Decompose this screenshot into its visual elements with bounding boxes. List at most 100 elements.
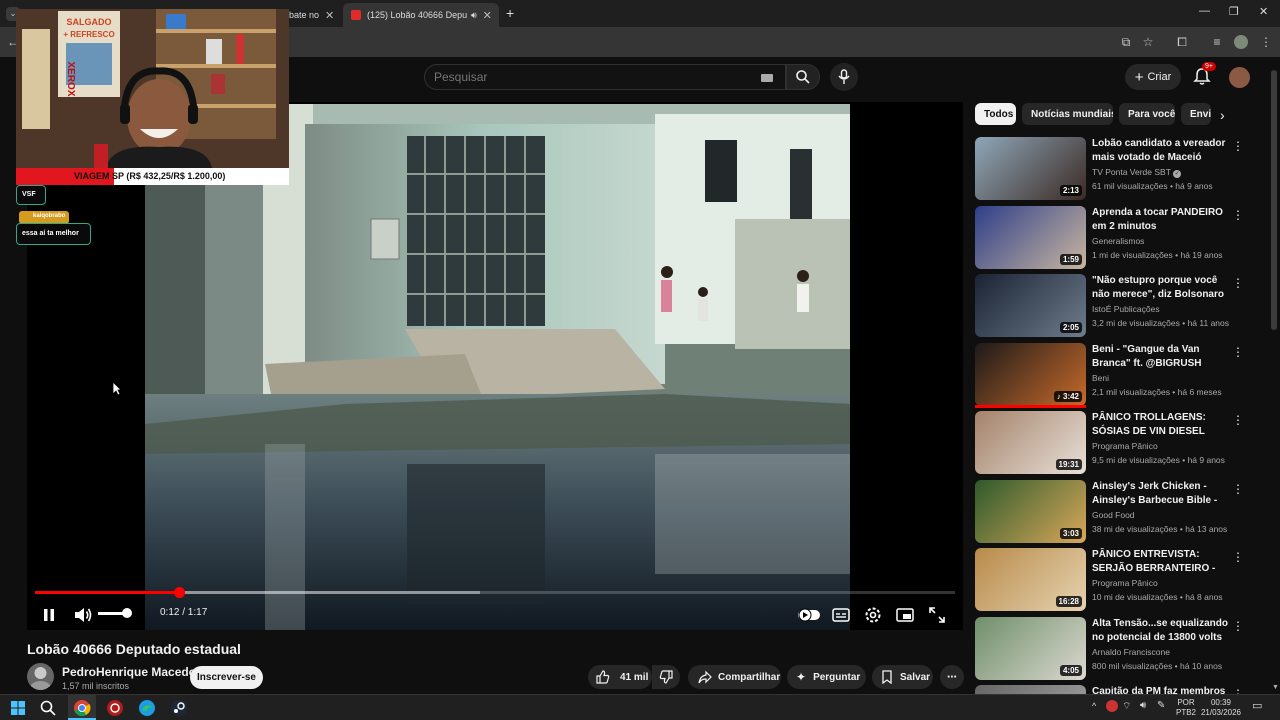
- share-button[interactable]: Compartilhar: [688, 665, 781, 689]
- install-app-icon[interactable]: ⧉: [1119, 35, 1133, 49]
- media-controls-icon[interactable]: ≡: [1210, 35, 1224, 49]
- recommendation-title[interactable]: "Não estupro porque você não merece", di…: [1092, 274, 1232, 302]
- scrollbar[interactable]: [1271, 70, 1277, 330]
- keyboard-icon[interactable]: [761, 74, 773, 82]
- chrome-taskbar-icon[interactable]: [68, 695, 96, 720]
- save-button[interactable]: Salvar: [872, 665, 933, 689]
- more-actions-button[interactable]: ⋯: [940, 665, 964, 689]
- video-thumbnail[interactable]: 2:05: [975, 274, 1086, 337]
- recommendation-item[interactable]: 2:13 Lobão candidato a vereador mais vota…: [975, 137, 1260, 201]
- recommendation-item[interactable]: 19:31 PÂNICO TROLLAGENS: SÓSIAS DE VIN DI…: [975, 411, 1260, 475]
- more-vertical-icon[interactable]: ⋮: [1232, 345, 1244, 359]
- edge-taskbar-icon[interactable]: [138, 699, 156, 717]
- clock[interactable]: 00:39 21/03/2026: [1200, 698, 1242, 718]
- volume-icon[interactable]: [72, 604, 94, 626]
- wifi-icon[interactable]: ⌔: [1122, 700, 1131, 713]
- volume-slider-handle[interactable]: [122, 608, 132, 618]
- minimize-icon[interactable]: —: [1199, 5, 1210, 17]
- recommendation-item[interactable]: 4:05 Alta Tensão...se equalizando no pote…: [975, 617, 1260, 681]
- autoplay-toggle-icon[interactable]: [797, 604, 821, 626]
- bookmark-star-icon[interactable]: ☆: [1141, 35, 1155, 49]
- recommendation-channel[interactable]: IstoÉ Publicações: [1092, 304, 1160, 314]
- recommendation-title[interactable]: Beni - "Gangue da Van Branca" ft. @BIGRU…: [1092, 343, 1232, 371]
- video-thumbnail[interactable]: 19:31: [975, 411, 1086, 474]
- recommendation-title[interactable]: PÂNICO TROLLAGENS: SÓSIAS DE VIN DIESEL …: [1092, 411, 1232, 439]
- new-tab-button[interactable]: +: [506, 5, 514, 21]
- recommendation-channel[interactable]: Programa Pânico: [1092, 441, 1158, 451]
- chip-para-voce[interactable]: Para você: [1119, 103, 1175, 125]
- more-vertical-icon[interactable]: ⋮: [1232, 550, 1244, 564]
- channel-avatar[interactable]: [27, 663, 54, 690]
- progress-scrubber-handle[interactable]: [173, 587, 185, 598]
- more-vertical-icon[interactable]: ⋮: [1232, 208, 1244, 222]
- recommendation-channel[interactable]: Programa Pânico: [1092, 578, 1158, 588]
- video-thumbnail[interactable]: ♪ 3:42: [975, 343, 1086, 406]
- account-avatar[interactable]: [1229, 67, 1250, 88]
- speaker-icon[interactable]: 🔊︎: [471, 10, 477, 21]
- scroll-down-arrow-icon[interactable]: ▼: [1272, 684, 1279, 691]
- recommendation-title[interactable]: Aprenda a tocar PANDEIRO em 2 minutos: [1092, 206, 1232, 234]
- channel-name[interactable]: PedroHenrique Macedo: [62, 665, 196, 679]
- chips-next-chevron-icon[interactable]: ›: [1220, 107, 1225, 123]
- close-tab-icon[interactable]: ✕: [483, 9, 492, 22]
- search-button[interactable]: [786, 64, 820, 90]
- notifications-center-icon[interactable]: ▭: [1252, 699, 1262, 712]
- search-icon[interactable]: [39, 699, 57, 717]
- dislike-button[interactable]: [652, 665, 680, 689]
- more-vertical-icon[interactable]: ⋮: [1232, 413, 1244, 427]
- chip-todos[interactable]: Todos: [975, 103, 1016, 125]
- video-thumbnail[interactable]: 2:13: [975, 137, 1086, 200]
- recommendation-channel[interactable]: TV Ponta Verde SBT ✓: [1092, 167, 1182, 178]
- recommendation-item[interactable]: 16:28 PÂNICO ENTREVISTA: SERJÃO BERRANTEI…: [975, 548, 1260, 612]
- video-thumbnail[interactable]: 3:03: [975, 480, 1086, 543]
- recommendation-item[interactable]: 3:03 Ainsley's Jerk Chicken - Ainsley's B…: [975, 480, 1260, 544]
- recommendation-channel[interactable]: Good Food: [1092, 510, 1135, 520]
- recommendation-title[interactable]: PÂNICO ENTREVISTA: SERJÃO BERRANTEIRO - …: [1092, 548, 1232, 576]
- close-window-icon[interactable]: ✕: [1259, 5, 1268, 18]
- tray-chevron-icon[interactable]: ^: [1092, 701, 1096, 711]
- more-vertical-icon[interactable]: ⋮: [1232, 276, 1244, 290]
- recommendation-item[interactable]: Capitão da PM faz membros de⋮: [975, 685, 1260, 694]
- close-tab-icon[interactable]: ✕: [325, 9, 334, 22]
- recommendation-title[interactable]: Capitão da PM faz membros de: [1092, 685, 1232, 694]
- recommendation-title[interactable]: Lobão candidato a vereador mais votado d…: [1092, 137, 1232, 165]
- video-thumbnail[interactable]: 4:05: [975, 617, 1086, 680]
- steam-taskbar-icon[interactable]: [170, 699, 188, 717]
- chip-envi[interactable]: Envi: [1181, 103, 1211, 125]
- recommendation-channel[interactable]: Arnaldo Franciscone: [1092, 647, 1170, 657]
- app-taskbar-icon[interactable]: [106, 699, 124, 717]
- more-vertical-icon[interactable]: ⋮: [1232, 619, 1244, 633]
- subtitles-icon[interactable]: [830, 604, 852, 626]
- volume-tray-icon[interactable]: 🔊︎: [1140, 700, 1146, 711]
- recommendation-item[interactable]: ♪ 3:42 Beni - "Gangue da Van Branca" ft. …: [975, 343, 1260, 408]
- tab-previous[interactable]: bate no ✕: [289, 3, 343, 27]
- tab-active[interactable]: (125) Lobão 40666 Deputad 🔊︎ ✕: [343, 3, 499, 27]
- video-thumbnail[interactable]: 16:28: [975, 548, 1086, 611]
- recommendation-channel[interactable]: Generalismos: [1092, 236, 1144, 246]
- more-vertical-icon[interactable]: ⋮: [1232, 482, 1244, 496]
- miniplayer-icon[interactable]: [894, 604, 916, 626]
- create-button[interactable]: + Criar: [1125, 64, 1181, 90]
- restore-icon[interactable]: ❐: [1229, 5, 1239, 18]
- recommendation-title[interactable]: Alta Tensão...se equalizando no potencia…: [1092, 617, 1232, 645]
- more-vertical-icon[interactable]: ⋮: [1232, 687, 1244, 694]
- tray-app-icon[interactable]: [1106, 700, 1118, 712]
- search-input[interactable]: [434, 70, 734, 84]
- profile-avatar-browser[interactable]: [1234, 35, 1248, 49]
- recommendation-channel[interactable]: Beni: [1092, 373, 1109, 383]
- pen-icon[interactable]: ✎: [1157, 700, 1165, 711]
- chrome-menu-icon[interactable]: ⋮: [1259, 35, 1273, 49]
- chip-noticias-mundiais[interactable]: Notícias mundiais: [1022, 103, 1113, 125]
- extensions-icon[interactable]: ⧠: [1175, 35, 1189, 49]
- like-button[interactable]: 41 mil: [588, 665, 652, 689]
- more-vertical-icon[interactable]: ⋮: [1232, 139, 1244, 153]
- recommendation-item[interactable]: 1:59 Aprenda a tocar PANDEIRO em 2 minuto…: [975, 206, 1260, 270]
- video-thumbnail[interactable]: 1:59: [975, 206, 1086, 269]
- video-thumbnail[interactable]: [975, 685, 1086, 694]
- search-box[interactable]: [424, 64, 786, 90]
- subscribe-button[interactable]: Inscrever-se: [190, 666, 263, 689]
- ask-button[interactable]: ✦ Perguntar: [787, 665, 866, 689]
- progress-bar[interactable]: [35, 587, 955, 598]
- settings-gear-icon[interactable]: [862, 604, 884, 626]
- recommendation-title[interactable]: Ainsley's Jerk Chicken - Ainsley's Barbe…: [1092, 480, 1232, 508]
